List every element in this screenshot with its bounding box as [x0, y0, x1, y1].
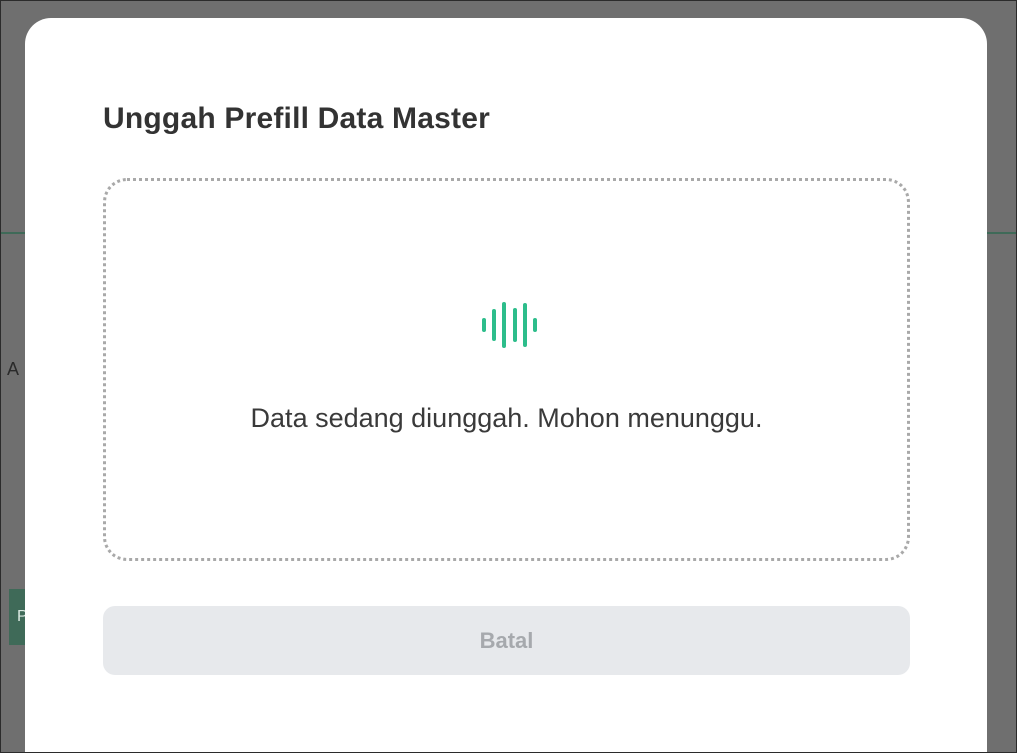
upload-status-text: Data sedang diunggah. Mohon menunggu.	[250, 403, 763, 433]
upload-dropzone: Data sedang diunggah. Mohon menunggu.	[103, 178, 910, 561]
loader-bar	[482, 318, 486, 332]
cancel-button[interactable]: Batal	[103, 606, 910, 675]
loader-bar	[522, 303, 527, 347]
modal-title: Unggah Prefill Data Master	[103, 102, 490, 135]
loader-bar	[512, 308, 517, 342]
background-partial-label: A	[7, 359, 20, 379]
upload-modal: Unggah Prefill Data Master Data sedang d…	[25, 18, 987, 752]
loader-bar	[532, 318, 537, 332]
loader-bar	[502, 302, 507, 348]
audio-wave-loader-icon	[482, 299, 537, 351]
loader-bar	[492, 309, 497, 341]
screen: A P Unggah Prefill Data Master Data seda…	[0, 0, 1017, 753]
